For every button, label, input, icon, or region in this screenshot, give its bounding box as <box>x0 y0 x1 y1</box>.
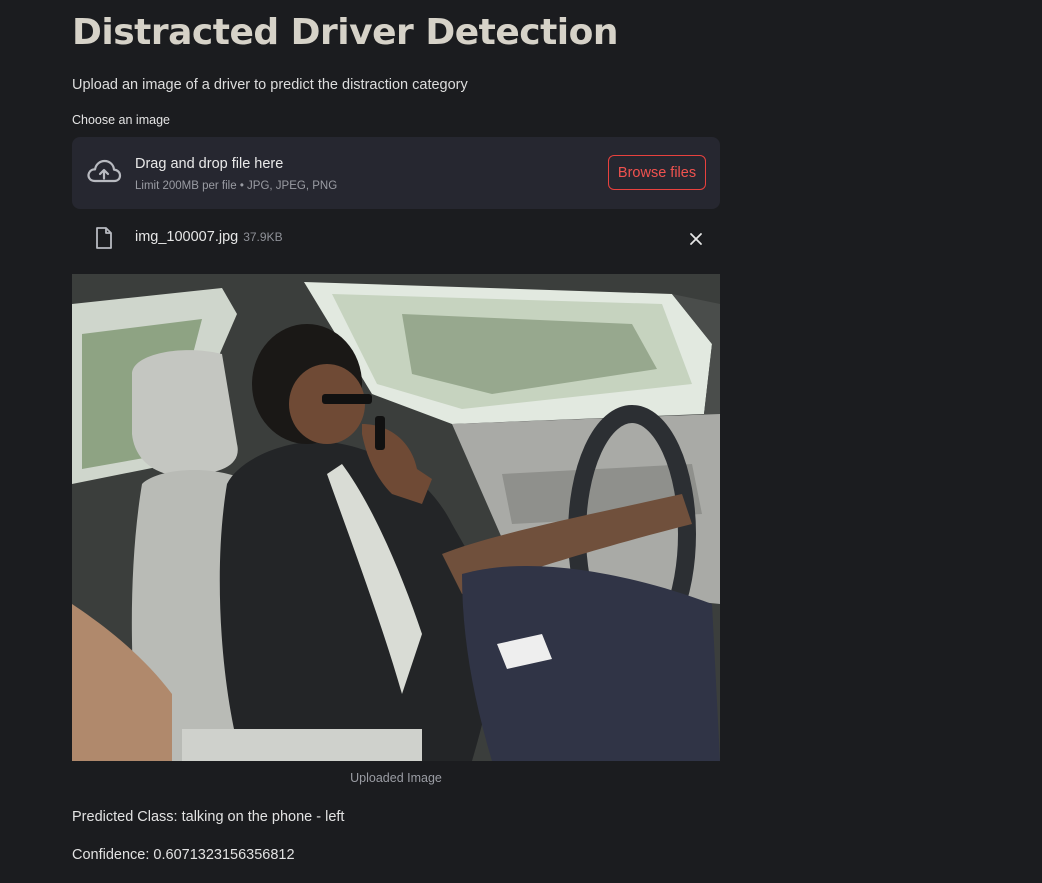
page-title: Distracted Driver Detection <box>72 12 619 53</box>
uploaded-file-name: img_100007.jpg 37.9KB <box>135 228 283 246</box>
dropzone-limit: Limit 200MB per file • JPG, JPEG, PNG <box>135 180 338 192</box>
browse-files-button[interactable]: Browse files <box>608 155 706 190</box>
file-icon <box>94 226 114 250</box>
close-icon[interactable] <box>688 231 704 247</box>
uploaded-file-row: img_100007.jpg 37.9KB <box>72 222 720 254</box>
uploader-label: Choose an image <box>72 113 170 127</box>
predicted-class: Predicted Class: talking on the phone - … <box>72 809 345 825</box>
dropzone-instruction: Drag and drop file here <box>135 156 284 172</box>
uploaded-image <box>72 274 720 761</box>
file-size: 37.9KB <box>243 230 283 244</box>
cloud-upload-icon <box>86 157 122 187</box>
page-subtitle: Upload an image of a driver to predict t… <box>72 77 468 93</box>
confidence-value: Confidence: 0.6071323156356812 <box>72 847 295 863</box>
file-dropzone[interactable]: Drag and drop file here Limit 200MB per … <box>72 137 720 209</box>
file-name-text: img_100007.jpg <box>135 229 239 245</box>
image-caption: Uploaded Image <box>350 771 442 785</box>
